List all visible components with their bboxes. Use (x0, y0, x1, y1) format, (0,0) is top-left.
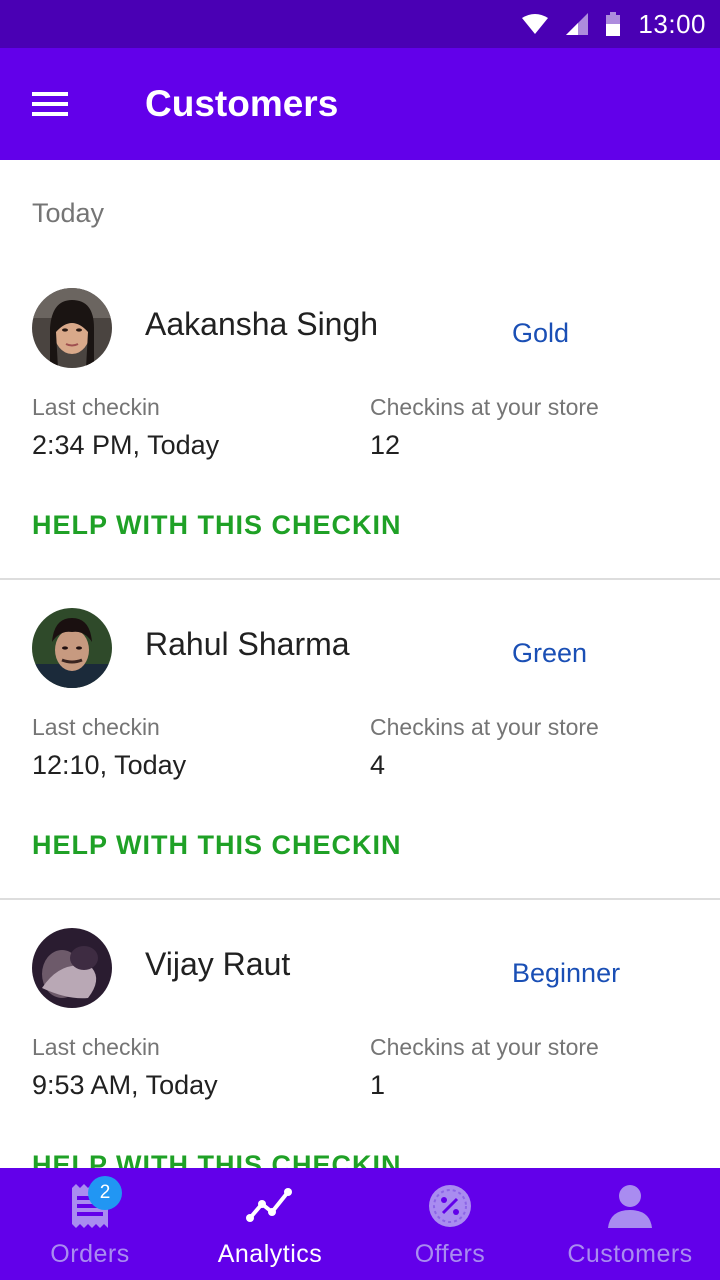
section-header: Today (32, 198, 105, 228)
help-checkin-button[interactable]: HELP WITH THIS CHECKIN (32, 830, 402, 861)
divider (0, 578, 720, 580)
last-checkin-value: 9:53 AM, Today (32, 1070, 218, 1100)
checkins-label: Checkins at your store (370, 1034, 599, 1060)
last-checkin-label: Last checkin (32, 714, 160, 740)
wifi-icon (522, 14, 549, 34)
nav-item-customers[interactable]: Customers (540, 1168, 720, 1280)
customer-name: Aakansha Singh (145, 306, 379, 342)
battery-icon (606, 12, 621, 36)
nav-item-orders[interactable]: 2 Orders (0, 1168, 180, 1280)
tier-label: Gold (512, 318, 570, 348)
status-time: 13:00 (638, 8, 706, 39)
avatar (32, 928, 112, 1008)
last-checkin-value: 2:34 PM, Today (32, 430, 220, 460)
person-icon (608, 1185, 652, 1228)
app-bar: Customers (0, 48, 720, 160)
customer-name: Vijay Raut (145, 946, 291, 982)
nav-item-offers[interactable]: Offers (360, 1168, 540, 1280)
status-bar: 13:00 (0, 0, 720, 48)
customer-card: Rahul Sharma Green Last checkin 12:10, T… (0, 608, 720, 928)
checkins-label: Checkins at your store (370, 714, 599, 740)
customer-name: Rahul Sharma (145, 626, 350, 662)
nav-label: Analytics (217, 1240, 323, 1268)
checkins-value: 1 (370, 1070, 386, 1100)
checkins-value: 12 (370, 430, 401, 460)
divider (0, 898, 720, 900)
avatar (32, 608, 112, 688)
last-checkin-label: Last checkin (32, 394, 160, 420)
page-title: Customers (145, 83, 339, 124)
checkins-label: Checkins at your store (370, 394, 599, 420)
tier-label: Green (512, 638, 588, 668)
bottom-nav: 2 Orders Analytics Offers Customers (0, 1168, 720, 1280)
help-checkin-button[interactable]: HELP WITH THIS CHECKIN (32, 510, 402, 541)
avatar (32, 288, 112, 368)
nav-item-analytics[interactable]: Analytics (180, 1168, 360, 1280)
customer-card: Aakansha Singh Gold Last checkin 2:34 PM… (0, 288, 720, 608)
menu-icon[interactable] (32, 92, 68, 116)
nav-label: Orders (50, 1240, 130, 1268)
status-icons: 13:00 (522, 0, 706, 48)
checkins-value: 4 (370, 750, 386, 780)
orders-badge: 2 (88, 1176, 122, 1210)
last-checkin-value: 12:10, Today (32, 750, 187, 780)
tier-label: Beginner (512, 958, 621, 988)
nav-label: Customers (567, 1240, 693, 1268)
nav-label: Offers (414, 1240, 486, 1268)
analytics-icon (246, 1188, 292, 1222)
signal-icon (566, 13, 589, 35)
offer-icon (429, 1185, 471, 1227)
last-checkin-label: Last checkin (32, 1034, 160, 1060)
